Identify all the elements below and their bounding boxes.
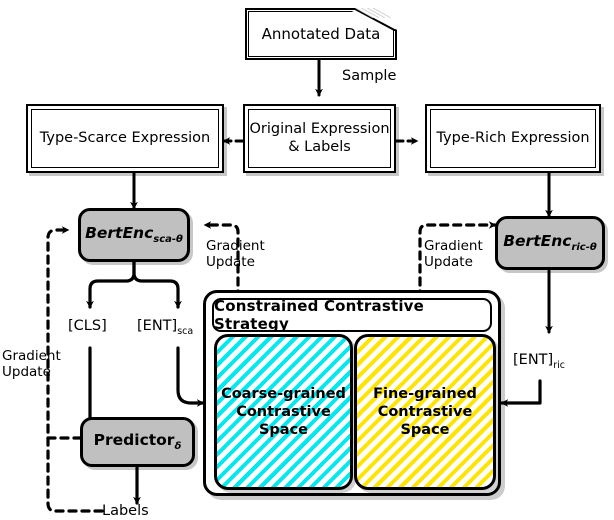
original-expression-label-1: Original Expression — [249, 121, 390, 138]
bert-ric-subscript: ric-θ — [571, 242, 597, 254]
edge-entric-to-fine — [500, 379, 542, 407]
bert-encoder-scarce-node: BertEncsca-θ — [78, 208, 190, 262]
diagram-canvas: Annotated Data Sample Type-Scarce Expres… — [0, 0, 614, 520]
type-rich-label: Type-Rich Expression — [436, 129, 590, 146]
sample-edge-label: Sample — [342, 68, 397, 84]
type-scarce-expression-node: Type-Scarce Expression — [26, 104, 224, 173]
predictor-node: Predictorδ — [80, 417, 195, 467]
gradient-center-line2: Update — [206, 254, 255, 270]
edge-bertsca-fork — [86, 260, 136, 309]
ent-sca-subscript: sca — [177, 325, 194, 337]
type-scarce-label: Type-Scarce Expression — [39, 129, 211, 146]
coarse-grained-contrastive-space: Coarse-grained Contrastive Space — [214, 334, 353, 490]
bert-sca-label: BertEnc — [85, 224, 154, 243]
predictor-label: Predictor — [93, 431, 175, 450]
predictor-subscript: δ — [174, 441, 182, 453]
gradient-update-right-label: Gradient Update — [424, 238, 483, 270]
ent-ric-text: [ENT] — [513, 352, 554, 368]
ent-ric-subscript: ric — [553, 359, 565, 371]
gradient-right-line1: Gradient — [424, 238, 483, 254]
fine-grained-contrastive-space: Fine-grained Contrastive Space — [354, 334, 496, 490]
edge-entsca-to-coarse — [176, 346, 205, 407]
constrained-contrastive-strategy-panel: Constrained Contrastive Strategy Coarse-… — [203, 290, 501, 496]
edge-bertsca-fork-2 — [132, 260, 182, 309]
annotated-data-node: Annotated Data — [245, 8, 397, 60]
fine-label-2: Contrastive Space — [377, 403, 473, 439]
cls-token-label: [CLS] — [68, 318, 107, 334]
ent-sca-text: [ENT] — [137, 318, 178, 334]
ccs-panel-title: Constrained Contrastive Strategy — [212, 297, 492, 333]
fine-label-1: Fine-grained — [373, 385, 477, 402]
original-expression-label-2: & Labels — [288, 138, 351, 155]
edge-cls-to-predictor — [88, 346, 112, 432]
coarse-label-1: Coarse-grained — [221, 385, 346, 402]
bert-ric-label: BertEnc — [503, 232, 572, 251]
ent-sca-token-label: [ENT]sca — [137, 318, 193, 337]
bert-encoder-rich-node: BertEncric-θ — [495, 216, 605, 270]
labels-output-label: Labels — [102, 503, 149, 519]
gradient-right-line2: Update — [424, 254, 473, 270]
gradient-update-center-label: Gradient Update — [206, 238, 265, 270]
annotated-data-label: Annotated Data — [261, 25, 381, 43]
coarse-label-2: Contrastive Space — [236, 403, 331, 439]
original-expression-node: Original Expression & Labels — [243, 104, 396, 173]
ent-ric-token-label: [ENT]ric — [513, 352, 565, 371]
gradient-left-line1: Gradient — [2, 348, 61, 364]
gradient-left-line2: Update — [2, 364, 51, 380]
gradient-center-line1: Gradient — [206, 238, 265, 254]
type-rich-expression-node: Type-Rich Expression — [425, 104, 601, 173]
bert-sca-subscript: sca-θ — [153, 234, 183, 246]
gradient-update-left-label: Gradient Update — [2, 348, 61, 380]
